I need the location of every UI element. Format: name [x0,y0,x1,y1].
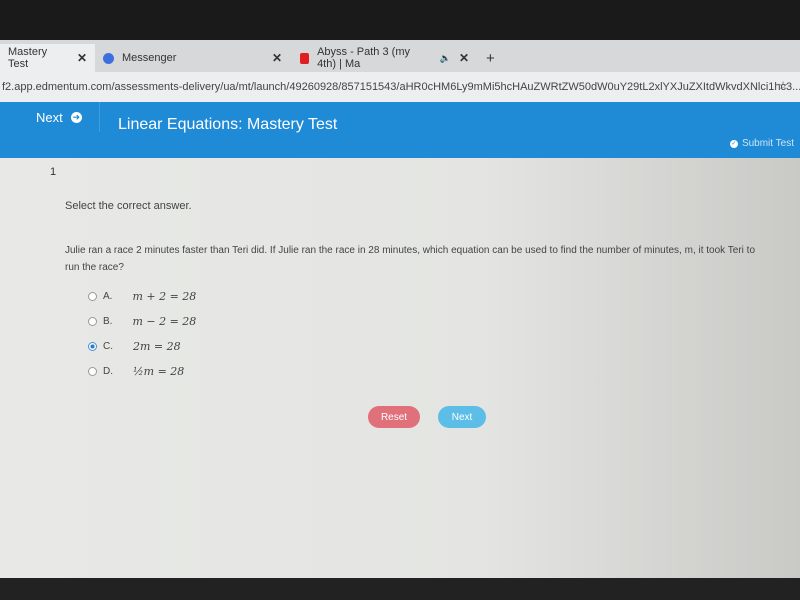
option-c[interactable]: C. 2m = 28 [88,340,181,353]
tab-label: Mastery Test [8,46,48,70]
option-equation: ½m = 28 [133,365,185,378]
option-d[interactable]: D. ½m = 28 [88,365,184,378]
question-text: Julie ran a race 2 minutes faster than T… [65,245,756,273]
next-button[interactable]: Next [438,406,486,428]
page-title: Linear Equations: Mastery Test [118,116,338,133]
taskbar [0,578,800,600]
question-area: 1 Select the correct answer. Julie ran a… [0,158,800,578]
tab-mastery-test[interactable]: Mastery Test ✕ [0,44,95,72]
tab-label: Messenger [122,52,177,64]
radio-button[interactable] [88,367,97,376]
option-letter: B. [103,316,113,327]
url-text: f2.app.edmentum.com/assessments-delivery… [2,81,800,93]
option-letter: D. [103,366,113,377]
submit-label: Submit Test [741,138,794,149]
tab-youtube[interactable]: Abyss - Path 3 (my 4th) | Ma 🔈 ✕ [292,44,477,72]
radio-button-selected[interactable] [88,342,97,351]
option-b[interactable]: B. m − 2 = 28 [88,315,196,328]
close-icon[interactable]: ✕ [459,51,469,65]
header-next-button[interactable]: Next ➜ [0,102,100,132]
close-icon[interactable]: ✕ [272,51,282,65]
option-letter: A. [103,291,113,302]
arrow-right-icon: ➜ [70,111,82,123]
option-equation: m − 2 = 28 [132,315,197,328]
option-letter: C. [103,341,113,352]
option-a[interactable]: A. m + 2 = 28 [88,290,196,303]
tab-label: Abyss - Path 3 (my 4th) | Ma [317,46,410,70]
tab-strip: Mastery Test ✕ Messenger ✕ Abyss - Path … [0,40,800,72]
new-tab-button[interactable]: + [478,44,503,72]
option-equation: m + 2 = 28 [132,290,197,303]
submit-test-button[interactable]: ✓ Submit Test [729,138,794,149]
question-number: 1 [50,166,57,178]
test-header: Next ➜ Linear Equations: Mastery Test ✓ … [0,102,800,158]
check-icon: ✓ [729,139,738,148]
next-label: Next [36,109,63,125]
messenger-icon [103,52,114,64]
youtube-icon [300,52,310,64]
address-bar[interactable]: f2.app.edmentum.com/assessments-delivery… [0,72,800,102]
radio-button[interactable] [88,292,97,301]
tab-messenger[interactable]: Messenger ✕ [95,44,290,72]
instruction: Select the correct answer. [65,200,192,212]
reset-button[interactable]: Reset [368,406,420,428]
audio-icon[interactable]: 🔈 [440,53,451,64]
option-equation: 2m = 28 [133,340,181,353]
radio-button[interactable] [88,317,97,326]
star-icon[interactable]: ☆ [778,79,788,92]
close-icon[interactable]: ✕ [77,51,87,65]
